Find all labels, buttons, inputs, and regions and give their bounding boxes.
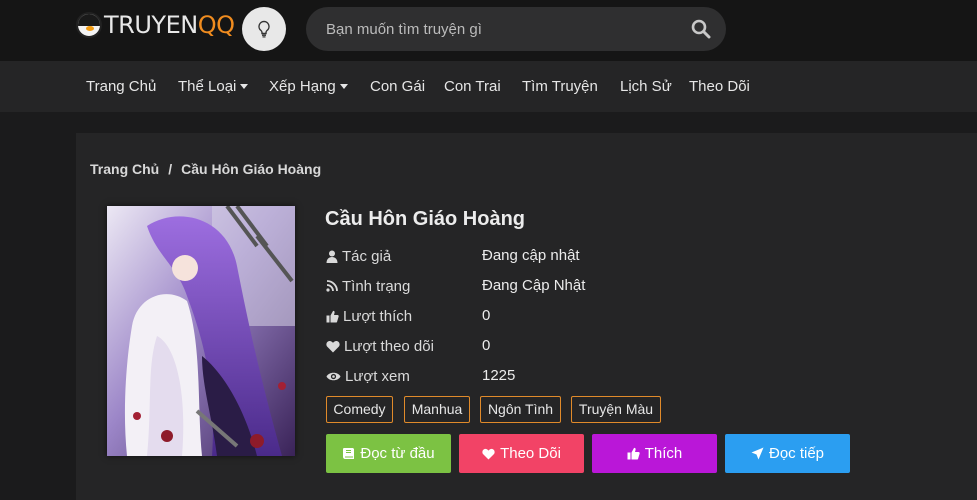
button-label: Theo Dõi — [500, 445, 561, 462]
status-value: Đang Cập Nhật — [482, 277, 586, 294]
nav-item-search[interactable]: Tìm Truyện — [522, 61, 598, 112]
caret-down-icon — [339, 83, 348, 89]
nav-item-home[interactable]: Trang Chủ — [86, 61, 156, 112]
genre-tag[interactable]: Manhua — [404, 396, 470, 423]
like-button[interactable]: Thích — [592, 434, 717, 473]
nav-label: Con Gái — [370, 78, 426, 95]
read-from-start-button[interactable]: Đọc từ đầu — [326, 434, 451, 473]
info-author: Tác giả — [326, 246, 391, 266]
comic-cover-image[interactable] — [107, 206, 295, 456]
genre-tag[interactable]: Truyện Màu — [571, 396, 661, 423]
comic-detail-panel: Trang Chủ / Cầu Hôn Giáo Hoàng Cầu Hôn G… — [76, 133, 977, 500]
nav-item-genres[interactable]: Thể Loại — [178, 61, 249, 112]
breadcrumb: Trang Chủ / Cầu Hôn Giáo Hoàng — [90, 161, 321, 177]
nav-label: Lịch Sử — [620, 78, 672, 95]
likes-value: 0 — [482, 307, 491, 324]
info-views: Lượt xem — [326, 366, 410, 386]
info-likes: Lượt thích — [326, 306, 412, 326]
logo-text-accent: QQ — [197, 11, 235, 39]
eye-icon — [326, 372, 341, 380]
nav-item-following[interactable]: Theo Dõi — [689, 61, 750, 112]
search-bar — [306, 7, 726, 51]
info-status: Tình trạng — [326, 276, 410, 296]
nav-label: Thể Loại — [178, 78, 237, 95]
send-icon — [751, 447, 764, 460]
breadcrumb-current[interactable]: Cầu Hôn Giáo Hoàng — [181, 161, 321, 177]
theme-toggle-button[interactable] — [242, 7, 286, 51]
search-input[interactable] — [326, 7, 676, 51]
penguin-logo-icon — [76, 12, 102, 38]
nav-item-history[interactable]: Lịch Sử — [620, 61, 672, 112]
button-label: Thích — [644, 445, 683, 462]
views-value: 1225 — [482, 367, 516, 384]
nav-item-ranking[interactable]: Xếp Hạng — [269, 61, 348, 112]
info-label: Lượt thích — [343, 307, 413, 325]
nav-item-girls[interactable]: Con Gái — [370, 61, 425, 112]
nav-label: Theo Dõi — [689, 78, 750, 95]
nav-label: Xếp Hạng — [269, 78, 336, 95]
genre-tag[interactable]: Ngôn Tình — [480, 396, 561, 423]
thumbs-up-icon — [326, 310, 339, 322]
main-nav: Trang Chủ Thể Loại Xếp Hạng Con Gái Con … — [0, 61, 977, 112]
user-icon — [326, 250, 338, 263]
genre-tag[interactable]: Comedy — [326, 396, 393, 423]
heart-icon — [326, 340, 340, 352]
info-label: Tình trạng — [342, 277, 411, 295]
nav-label: Tìm Truyện — [522, 78, 598, 95]
nav-item-boys[interactable]: Con Trai — [444, 61, 501, 112]
breadcrumb-home-link[interactable]: Trang Chủ — [90, 161, 159, 177]
comic-title: Cầu Hôn Giáo Hoàng — [325, 208, 525, 230]
follows-value: 0 — [482, 337, 491, 354]
book-icon — [343, 448, 355, 459]
button-label: Đọc tiếp — [768, 445, 825, 462]
search-icon[interactable] — [691, 19, 711, 39]
logo-text-primary: TRUYEN — [104, 11, 198, 39]
info-label: Tác giả — [342, 247, 392, 265]
continue-reading-button[interactable]: Đọc tiếp — [725, 434, 850, 473]
info-label: Lượt theo dõi — [344, 337, 434, 355]
author-value: Đang cập nhật — [482, 247, 580, 264]
button-label: Đọc từ đầu — [360, 445, 435, 462]
top-bar: TRUYEN QQ — [0, 0, 977, 61]
breadcrumb-separator: / — [168, 161, 173, 177]
nav-label: Con Trai — [444, 78, 501, 95]
rss-icon — [326, 280, 338, 292]
thumbs-up-icon — [627, 447, 640, 460]
site-logo[interactable]: TRUYEN QQ — [76, 9, 235, 41]
heart-icon — [482, 448, 495, 460]
lightbulb-icon — [258, 20, 270, 38]
info-label: Lượt xem — [345, 367, 410, 385]
nav-label: Trang Chủ — [86, 78, 157, 95]
caret-down-icon — [240, 83, 249, 89]
info-follows: Lượt theo dõi — [326, 336, 434, 356]
follow-button[interactable]: Theo Dõi — [459, 434, 584, 473]
